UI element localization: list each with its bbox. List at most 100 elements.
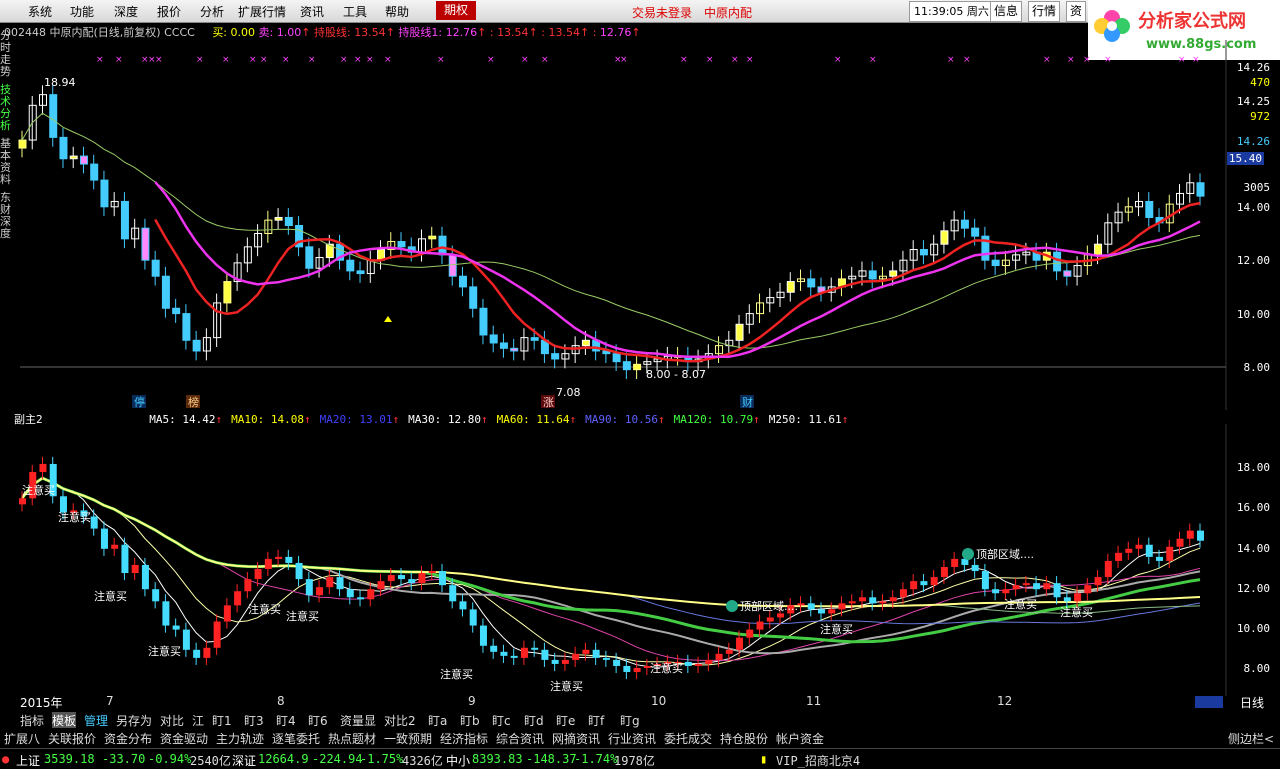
sub-candle-body bbox=[797, 603, 805, 606]
buy-signal-label: 注意买 bbox=[820, 622, 853, 636]
link-11[interactable]: 行业资讯 bbox=[608, 730, 656, 747]
link-2[interactable]: 资金分布 bbox=[104, 730, 152, 747]
tab-12[interactable]: 盯a bbox=[428, 712, 447, 729]
tab-4[interactable]: 对比 bbox=[160, 712, 184, 729]
menu-analysis[interactable]: 分析 bbox=[200, 3, 224, 20]
up-triangle-icon bbox=[384, 316, 392, 322]
period-daily[interactable]: 日线 bbox=[1240, 694, 1264, 711]
menu-news[interactable]: 资讯 bbox=[300, 3, 324, 20]
tab-11[interactable]: 对比2 bbox=[384, 712, 416, 729]
menu-system[interactable]: 系统 bbox=[28, 3, 52, 20]
market-button[interactable]: 行情 bbox=[1028, 1, 1061, 22]
link-14[interactable]: 帐户资金 bbox=[776, 730, 824, 747]
link-0[interactable]: 扩展八 bbox=[4, 730, 40, 747]
sub-candle-body bbox=[234, 591, 242, 606]
chart-header: 002448 中原内配(日线,前复权) CCCC 买: 0.00 卖: 1.00… bbox=[4, 26, 641, 39]
sub-candle-body bbox=[766, 617, 774, 622]
sub-indicator-chart[interactable]: 注意买注意买注意买注意买注意买注意买注意买注意买注意买注意买注意买注意买顶部区域… bbox=[0, 424, 1280, 696]
menu-ext-market[interactable]: 扩展行情 bbox=[238, 3, 286, 20]
tab-0[interactable]: 指标 bbox=[20, 712, 44, 729]
candle-body bbox=[489, 334, 498, 344]
sz-name[interactable]: 深证 bbox=[232, 752, 256, 769]
tab-9[interactable]: 盯6 bbox=[308, 712, 328, 729]
high-annotation: 18.94 bbox=[44, 76, 76, 89]
zx-name[interactable]: 中小 bbox=[446, 752, 470, 769]
buy-signal-label: 注意买 bbox=[22, 483, 55, 497]
tab-1[interactable]: 模板 bbox=[52, 712, 77, 729]
sub-candle-body bbox=[592, 649, 600, 658]
candle-body bbox=[458, 275, 467, 288]
tab-15[interactable]: 盯d bbox=[524, 712, 544, 729]
main-kline-chart[interactable]: × × × × × × × × × × × × × × × × × × × ×× × × × × × × × × × × × × × × 18.9… bbox=[0, 40, 1280, 430]
link-7[interactable]: 一致预期 bbox=[384, 730, 432, 747]
menu-function[interactable]: 功能 bbox=[70, 3, 94, 20]
tab-10[interactable]: 资量显 bbox=[340, 712, 376, 729]
tab-3[interactable]: 另存为 bbox=[116, 712, 152, 729]
link-9[interactable]: 综合资讯 bbox=[496, 730, 544, 747]
sub-candle-body bbox=[162, 601, 170, 626]
link-13[interactable]: 持仓股份 bbox=[720, 730, 768, 747]
candle-body bbox=[919, 249, 928, 256]
zx-value: 8393.83 bbox=[472, 752, 523, 766]
menu-tools[interactable]: 工具 bbox=[343, 3, 367, 20]
candle-body bbox=[172, 307, 181, 315]
link-8[interactable]: 经济指标 bbox=[440, 730, 488, 747]
candle-body bbox=[182, 313, 191, 341]
current-stock: 中原内配 bbox=[704, 6, 753, 20]
link-1[interactable]: 关联报价 bbox=[48, 730, 96, 747]
link-10[interactable]: 网摘资讯 bbox=[552, 730, 600, 747]
menu-help[interactable]: 帮助 bbox=[385, 3, 409, 20]
tab-17[interactable]: 盯f bbox=[588, 712, 604, 729]
tab-13[interactable]: 盯b bbox=[460, 712, 480, 729]
tab-8[interactable]: 盯4 bbox=[276, 712, 296, 729]
news-button[interactable]: 资 bbox=[1066, 1, 1087, 22]
link-5[interactable]: 逐笔委托 bbox=[272, 730, 320, 747]
tab-7[interactable]: 盯3 bbox=[244, 712, 264, 729]
sub-candle-body bbox=[1074, 593, 1082, 602]
tab-18[interactable]: 盯g bbox=[620, 712, 640, 729]
sub-candle-body bbox=[346, 589, 354, 598]
sz-change: -224.94 bbox=[312, 752, 363, 766]
sub-candle-body bbox=[1156, 556, 1164, 561]
stock-name: 中原内配(日线,前复权) bbox=[49, 26, 161, 39]
sub-ma-line-3 bbox=[21, 476, 1201, 655]
link-12[interactable]: 委托成交 bbox=[664, 730, 712, 747]
sub-candle-body bbox=[275, 556, 283, 559]
menu-options-tab[interactable]: 期权 bbox=[436, 1, 476, 20]
sub-candle-body bbox=[725, 649, 733, 654]
tab-5[interactable]: 江 bbox=[192, 712, 204, 729]
candle-body bbox=[499, 342, 508, 349]
sh-name[interactable]: 上证 bbox=[16, 752, 40, 769]
indicator-tabs: 指标 模板 管理 另存为 对比江盯1 盯3 盯4 盯6 资量显 对比2 盯a 盯b 盯c 盯d 盯e 盯f 盯g bbox=[0, 711, 1280, 729]
tab-16[interactable]: 盯e bbox=[556, 712, 575, 729]
buy-signal-label: 注意买 bbox=[58, 510, 91, 524]
info-button[interactable]: 信息 bbox=[990, 1, 1023, 22]
scroll-marker[interactable] bbox=[1195, 696, 1223, 708]
link-4[interactable]: 主力轨迹 bbox=[216, 730, 264, 747]
sub-candle-body bbox=[305, 579, 313, 596]
vip-server[interactable]: VIP_招商北京4 bbox=[776, 752, 860, 769]
tab-6[interactable]: 盯1 bbox=[212, 712, 232, 729]
menu-quote[interactable]: 报价 bbox=[157, 3, 181, 20]
x-marker-icon: × bbox=[260, 55, 268, 65]
x-marker-icon: × bbox=[222, 55, 230, 65]
candle-body bbox=[141, 227, 150, 261]
x-axis-month-9: 9 bbox=[468, 694, 476, 708]
tab-2[interactable]: 管理 bbox=[84, 712, 108, 729]
login-status[interactable]: 交易未登录 bbox=[632, 4, 692, 21]
sidebar-toggle[interactable]: 侧边栏< bbox=[1228, 730, 1274, 747]
candle-body bbox=[100, 179, 109, 208]
axis-tick-14: 14.00 bbox=[1236, 201, 1270, 214]
link-6[interactable]: 热点题材 bbox=[328, 730, 376, 747]
buy-label: 买: bbox=[212, 26, 228, 39]
sub-candle-body bbox=[981, 571, 989, 590]
sub-candle-body bbox=[930, 577, 938, 586]
sub-candle-body bbox=[213, 621, 221, 648]
candle-body bbox=[356, 270, 365, 275]
candle-body bbox=[438, 235, 447, 256]
x-marker-icon: × bbox=[366, 55, 374, 65]
candle-body bbox=[79, 155, 88, 165]
link-3[interactable]: 资金驱动 bbox=[160, 730, 208, 747]
menu-depth[interactable]: 深度 bbox=[114, 3, 138, 20]
tab-14[interactable]: 盯c bbox=[492, 712, 511, 729]
